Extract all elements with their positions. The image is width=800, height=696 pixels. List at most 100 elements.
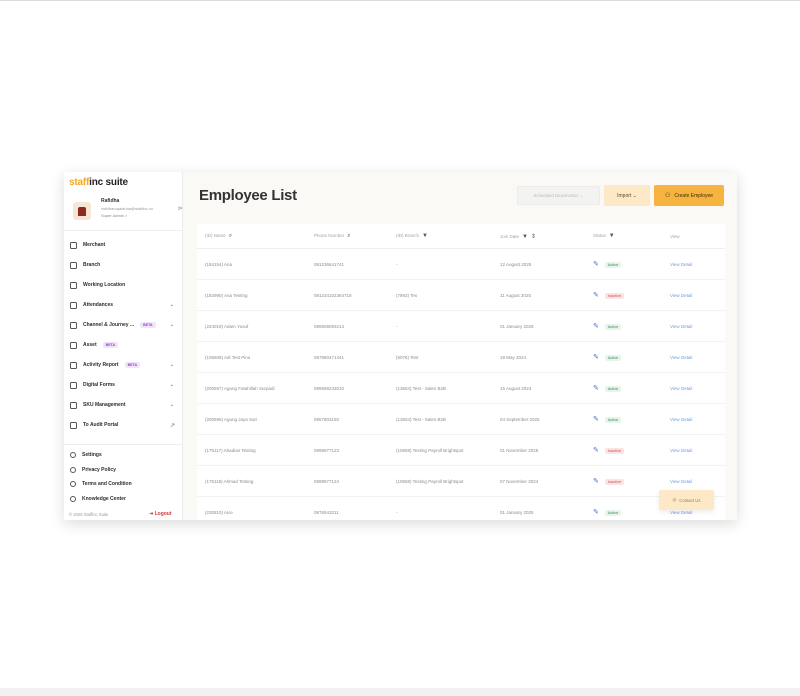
monitor-icon — [70, 495, 76, 502]
table-row[interactable]: (200596) Agung Jaya Sari 0857803150 (13604… — [197, 404, 725, 435]
edit-icon[interactable]: ✎ — [593, 478, 599, 485]
scheduled-deactivation-button[interactable]: Scheduled Deactivation ⌄ — [517, 186, 600, 205]
sidebar-item-label: Activity Report — [83, 362, 119, 368]
filter-icon[interactable]: ▼ — [609, 233, 615, 239]
chevron-down-icon[interactable]: ⌄ — [170, 382, 174, 388]
sidebar-item-digital-forms[interactable]: Digital Forms ⌄ — [64, 375, 183, 395]
sidebar-item-channel-journey[interactable]: Channel & Journey ... BETA ⌄ — [64, 315, 183, 335]
sidebar-item-branch[interactable]: Branch — [64, 255, 183, 275]
view-detail-link[interactable]: View Detail — [670, 510, 725, 515]
sort-icon[interactable]: ⇕ — [531, 234, 536, 240]
sidebar-item-label: Attendances — [83, 302, 114, 308]
chevron-down-icon[interactable]: ⌄ — [170, 322, 174, 328]
edit-icon[interactable]: ✎ — [593, 447, 599, 454]
edit-icon[interactable]: ✎ — [593, 292, 599, 299]
search-icon[interactable]: ⌕ — [229, 233, 232, 239]
sidebar: staffinc suite Rafidha rafidharuqaiahna@… — [64, 172, 183, 520]
header-branch: (ID) Branch ▼ — [396, 233, 428, 239]
sidebar-item-sku-management[interactable]: SKU Management ⌄ — [64, 395, 183, 415]
edit-icon[interactable]: ✎ — [593, 416, 599, 423]
edit-icon[interactable]: ✎ — [593, 385, 599, 392]
cell-status: ✎ Inactive — [593, 446, 670, 454]
sidebar-item-terms[interactable]: Terms and Condition — [64, 477, 183, 492]
user-card[interactable]: Rafidha rafidharuqaiahna@staffinc.co Sup… — [64, 192, 183, 231]
view-detail-link[interactable]: View Detail — [670, 355, 725, 360]
cell-join-date: 01 January 2026 — [500, 323, 534, 329]
clipboard-icon — [70, 301, 77, 309]
document-icon — [70, 481, 76, 488]
box-icon — [70, 401, 77, 409]
filter-icon[interactable]: ▼ — [422, 233, 428, 239]
table-row[interactable]: (230810) Aice 0876543211 - 01 January 2025 ✎… — [197, 497, 725, 520]
employee-table: (ID) Name ⌕ Phone Number ⌕ (ID) Branch ▼ Jo… — [197, 224, 725, 520]
sidebar-item-label: Knowledge Center — [82, 495, 126, 502]
view-detail-link[interactable]: View Detail — [670, 324, 725, 329]
cell-branch: - — [396, 261, 398, 267]
header-name: (ID) Name ⌕ — [205, 232, 233, 239]
view-detail-link[interactable]: View Detail — [670, 386, 725, 391]
logout-label: Logout — [154, 511, 172, 517]
status-badge: Inactive — [604, 448, 624, 454]
view-detail-link[interactable]: View Detail — [670, 417, 725, 422]
sidebar-item-merchant[interactable]: Merchant — [64, 235, 183, 255]
brand-logo[interactable]: staffinc suite — [69, 177, 128, 188]
cell-join-date: 15 August 2024 — [500, 385, 532, 391]
view-detail-link[interactable]: View Detail — [670, 293, 725, 298]
table-row[interactable]: (105608) Adi Test Pinu 087880471441 (5076)… — [197, 342, 725, 373]
cell-status: ✎ Active — [593, 415, 670, 423]
table-row[interactable]: (184154) Ana 081236641741 - 12 August 2025 ✎… — [197, 249, 725, 280]
search-icon[interactable]: ⌕ — [347, 233, 350, 239]
edit-icon[interactable]: ✎ — [593, 509, 599, 516]
sidebar-item-asset[interactable]: Asset BETA — [64, 335, 183, 355]
cell-branch: (13604) Test - Sales B2B — [396, 385, 446, 391]
view-detail-link[interactable]: View Detail — [670, 479, 725, 484]
table-row[interactable]: (224019) Adam Yusuf 089508093214 - 01 Janua… — [197, 311, 725, 342]
bottom-divider — [0, 688, 800, 696]
external-link-icon[interactable]: ↗ — [170, 422, 175, 429]
view-detail-link[interactable]: View Detail — [670, 448, 725, 453]
table-body: (184154) Ana 081236641741 - 12 August 2025 ✎… — [197, 249, 725, 520]
sidebar-item-knowledge-center[interactable]: Knowledge Center — [64, 492, 183, 507]
table-row[interactable]: (175117) Ahadian Testing 0899977123 (10658… — [197, 435, 725, 466]
beta-badge: BETA — [102, 342, 119, 348]
status-badge: Active — [604, 386, 622, 392]
filter-icon[interactable]: ▼ — [522, 234, 528, 240]
status-badge: Inactive — [604, 479, 624, 485]
chevron-down-icon[interactable]: ⌄ — [170, 402, 174, 408]
edit-icon[interactable]: ✎ — [593, 261, 599, 268]
sidebar-item-attendances[interactable]: Attendances ⌄ — [64, 295, 183, 315]
user-role[interactable]: Super Admin > — [101, 213, 127, 218]
portal-icon — [70, 421, 77, 429]
create-employee-button[interactable]: ⚇ Create Employee — [654, 185, 724, 206]
sidebar-item-audit-portal[interactable]: To Audit Portal ↗ — [64, 415, 183, 435]
table-row[interactable]: (182990) Ana Testing 081234102364718 (7893… — [197, 280, 725, 311]
building-icon — [70, 281, 77, 289]
edit-icon[interactable]: ✎ — [593, 354, 599, 361]
cell-name: (175117) Ahadian Testing — [205, 447, 256, 453]
cell-phone: 0857803150 — [314, 416, 340, 422]
cell-branch: (7893) Tes — [396, 292, 418, 298]
avatar — [73, 202, 91, 220]
chevron-down-icon[interactable]: ⌄ — [170, 362, 174, 368]
sidebar-item-settings[interactable]: Settings — [64, 448, 183, 463]
contact-us-button[interactable]: ◎ Contact Us — [659, 490, 714, 510]
gear-icon — [70, 452, 76, 459]
sidebar-item-privacy-policy[interactable]: Privacy Policy — [64, 463, 183, 478]
sidebar-item-working-location[interactable]: Working Location — [64, 275, 183, 295]
chevron-down-icon[interactable]: ⌄ — [170, 302, 174, 308]
cell-phone: 0899977124 — [314, 478, 340, 484]
sidebar-item-activity-report[interactable]: Activity Report BETA ⌄ — [64, 355, 183, 375]
cell-join-date: 19 May 2024 — [500, 354, 527, 360]
logout-button[interactable]: ⇥ Logout — [149, 511, 172, 517]
cell-phone: 089508093214 — [314, 323, 345, 329]
table-row[interactable]: (175118) Ahmad Testing 0899977124 (10658) … — [197, 466, 725, 497]
edit-icon[interactable]: ✎ — [593, 323, 599, 330]
sidebar-menu: Merchant Branch Working Location Attenda… — [64, 235, 183, 435]
view-detail-link[interactable]: View Detail — [670, 262, 725, 267]
cell-status: ✎ Active — [593, 322, 670, 330]
form-icon — [70, 381, 77, 389]
cell-name: (230810) Aice — [205, 509, 233, 515]
cell-phone: 087880471441 — [314, 354, 345, 360]
import-button[interactable]: Import ⌄ — [604, 185, 650, 206]
table-row[interactable]: (200597) Agung Fatahillah Surpadi 0895882… — [197, 373, 725, 404]
